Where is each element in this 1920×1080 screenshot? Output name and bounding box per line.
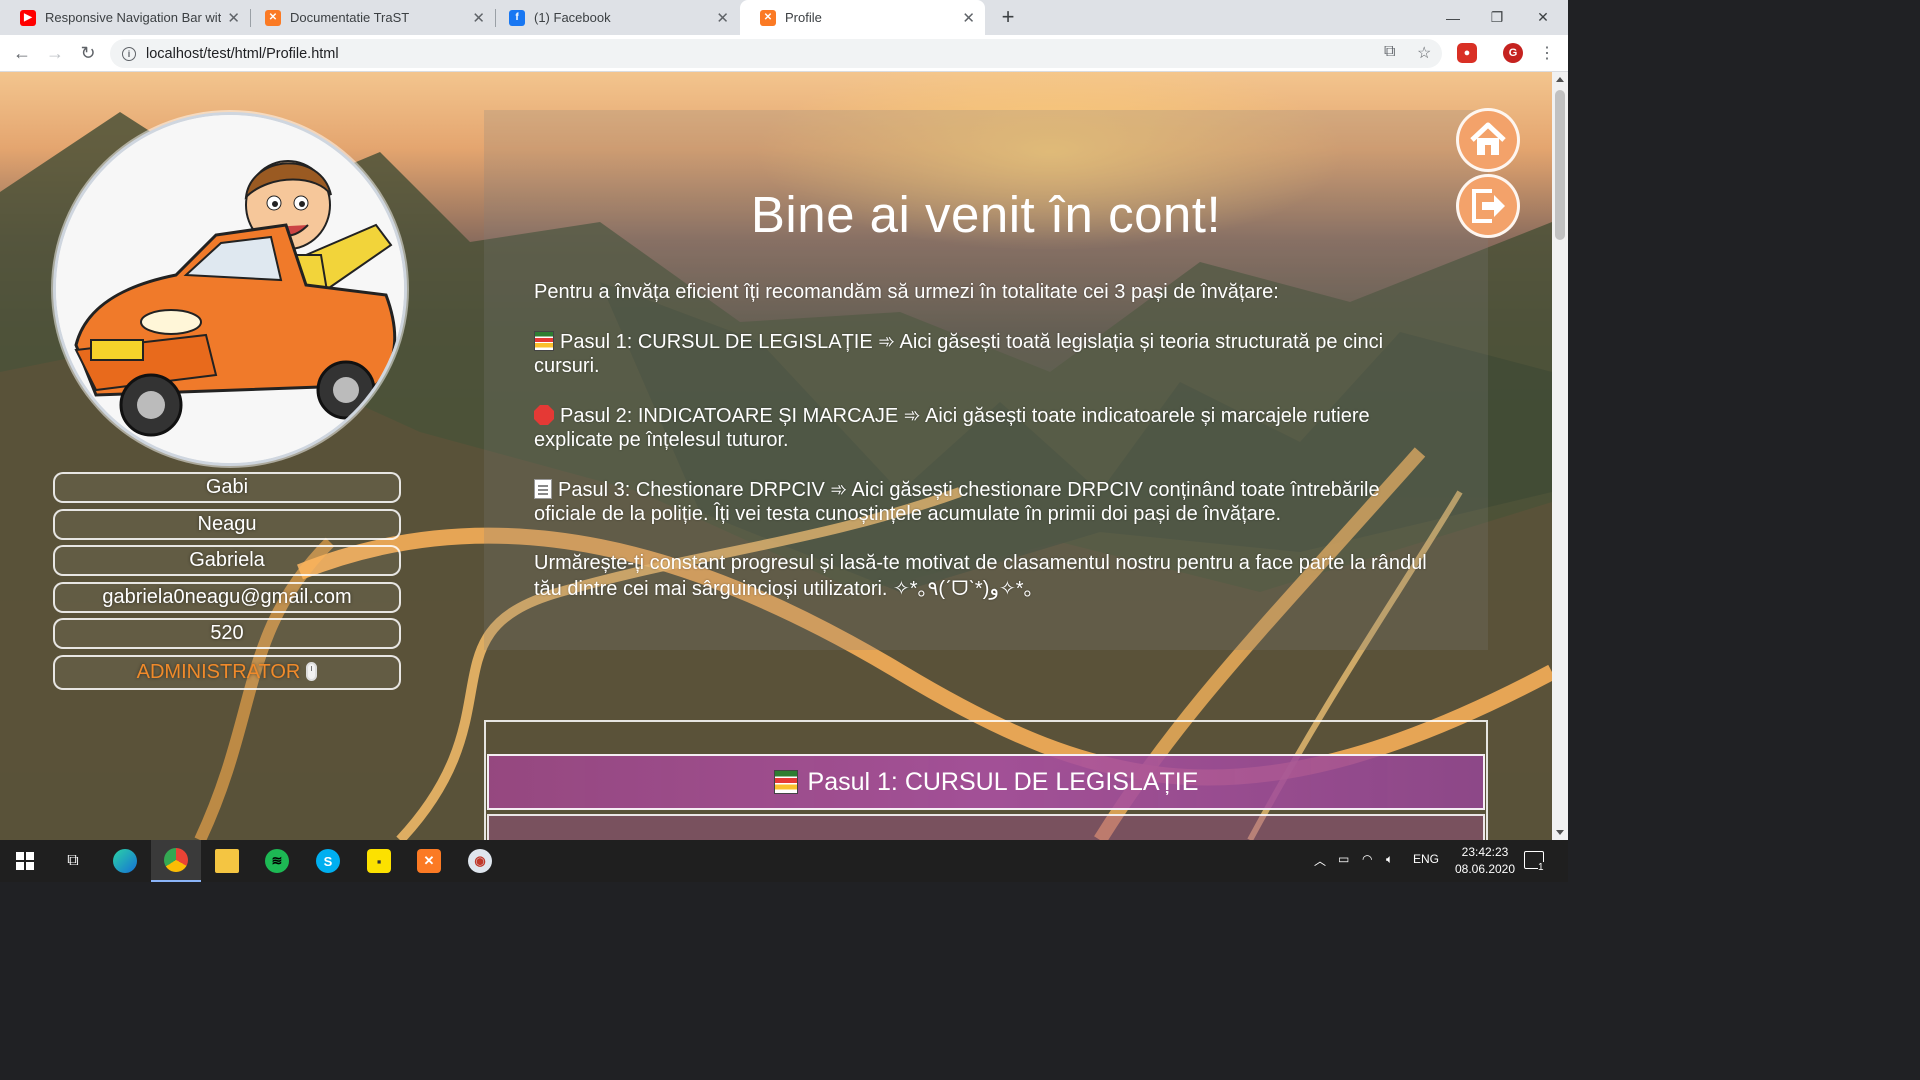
windows-taskbar: ⧉ ≋ S ▪ ✕ ◉ ︿ ▭ ◠ 🔈︎ ENG 23:42:23 08.06.… <box>0 840 1568 882</box>
address-bar[interactable]: i localhost/test/html/Profile.html <box>110 39 1442 68</box>
taskbar-paint[interactable]: ◉ <box>455 840 505 882</box>
welcome-panel: Bine ai venit în cont! Pentru a învăța e… <box>484 110 1488 650</box>
username-field: Gabi <box>53 472 401 503</box>
wifi-icon[interactable]: ◠ <box>1362 852 1372 866</box>
reload-icon[interactable]: ↻ <box>75 40 101 66</box>
page-viewport: Gabi Neagu Gabriela gabriela0neagu@gmail… <box>0 72 1552 840</box>
profile-avatar[interactable]: G <box>1503 43 1523 63</box>
xampp-icon: ✕ <box>760 9 776 26</box>
browser-toolbar: ← → ↻ i localhost/test/html/Profile.html… <box>0 35 1568 72</box>
taskbar-edge[interactable] <box>100 840 150 882</box>
step1-text: Pasul 1: CURSUL DE LEGISLAȚIE ➾ Aici găs… <box>534 330 1434 378</box>
role-field: ADMINISTRATOR <box>53 655 401 690</box>
youtube-icon: ▶ <box>20 9 36 26</box>
email-field: gabriela0neagu@gmail.com <box>53 582 401 613</box>
stop-sign-icon <box>534 405 554 425</box>
tab-title: (1) Facebook <box>534 10 611 25</box>
taskbar-chrome[interactable] <box>151 840 201 882</box>
tray-chevron-icon[interactable]: ︿ <box>1314 852 1326 869</box>
step2-label: Pasul 2: INDICATOARE ȘI MARCAJE ➾ Aici g… <box>534 405 1370 451</box>
translate-icon[interactable]: ⧉ <box>1384 43 1395 61</box>
tab-title: Documentatie TraST <box>290 10 410 25</box>
bookmark-star-icon[interactable]: ☆ <box>1417 43 1431 63</box>
windows-logo-icon <box>16 852 34 870</box>
folder-icon <box>215 849 239 873</box>
skype-icon: S <box>316 849 340 873</box>
volume-icon[interactable]: 🔈︎ <box>1386 852 1393 867</box>
menu-kebab-icon[interactable]: ⋮ <box>1539 43 1555 63</box>
battery-icon[interactable]: ▭ <box>1338 852 1349 866</box>
restore-button[interactable]: ❐ <box>1474 0 1520 35</box>
xampp-icon: ✕ <box>265 9 281 26</box>
sticky-notes-icon: ▪ <box>367 849 391 873</box>
extension-shield-icon[interactable]: ● <box>1457 43 1477 63</box>
scroll-thumb[interactable] <box>1555 90 1565 240</box>
taskbar-xampp[interactable]: ✕ <box>404 840 454 882</box>
step1-banner-button[interactable]: Pasul 1: CURSUL DE LEGISLAȚIE <box>487 754 1485 810</box>
step3-label: Pasul 3: Chestionare DRPCIV ➾ Aici găseș… <box>534 479 1380 525</box>
intro-text: Pentru a învăța eficient îți recomandăm … <box>534 281 1279 303</box>
scroll-down-icon[interactable] <box>1556 830 1564 835</box>
back-arrow-icon[interactable]: ← <box>9 40 35 66</box>
taskbar-skype[interactable]: S <box>303 840 353 882</box>
page-title: Bine ai venit în cont! <box>750 186 1222 243</box>
spotify-icon: ≋ <box>265 849 289 873</box>
tab-profile[interactable]: ✕ Profile ✕ <box>740 0 985 35</box>
minimize-button[interactable]: — <box>1430 0 1476 35</box>
close-tab-icon[interactable]: ✕ <box>716 9 729 27</box>
notification-count: 1 <box>1538 862 1544 873</box>
forward-arrow-icon[interactable]: → <box>42 40 68 66</box>
last-name-field: Neagu <box>53 509 401 540</box>
step1-label: Pasul 1: CURSUL DE LEGISLAȚIE ➾ Aici găs… <box>534 331 1384 377</box>
outro-text: Urmărește-ți constant progresul și lasă-… <box>534 552 1427 600</box>
task-view-button[interactable]: ⧉ <box>48 840 98 882</box>
logout-icon <box>1472 189 1505 223</box>
site-info-icon[interactable]: i <box>122 46 136 61</box>
step2-banner-partial[interactable] <box>487 814 1485 840</box>
logout-button[interactable] <box>1456 174 1520 238</box>
address-text: localhost/test/html/Profile.html <box>146 45 339 62</box>
edge-icon <box>113 849 137 873</box>
taskbar-spotify[interactable]: ≋ <box>252 840 302 882</box>
score-field: 520 <box>53 618 401 649</box>
clock-time: 23:42:23 <box>1461 845 1509 859</box>
tab-facebook[interactable]: f (1) Facebook ✕ <box>489 0 739 35</box>
mouse-icon <box>306 662 318 681</box>
step1-banner-label: Pasul 1: CURSUL DE LEGISLAȚIE <box>807 767 1199 796</box>
home-button[interactable] <box>1456 108 1520 172</box>
paint-icon: ◉ <box>468 849 492 873</box>
first-name-field: Gabriela <box>53 545 401 576</box>
scroll-up-icon[interactable] <box>1556 77 1564 82</box>
tab-documentatie[interactable]: ✕ Documentatie TraST ✕ <box>245 0 495 35</box>
clock-date: 08.06.2020 <box>1454 862 1516 876</box>
task-view-icon: ⧉ <box>67 852 79 869</box>
start-button[interactable] <box>0 840 50 882</box>
system-clock[interactable]: 23:42:23 08.06.2020 <box>1440 844 1530 878</box>
books-icon <box>534 331 554 351</box>
close-tab-icon[interactable]: ✕ <box>962 9 975 27</box>
tab-title: Profile <box>785 10 822 25</box>
tab-strip: ▶ Responsive Navigation Bar with H ✕ ✕ D… <box>0 0 1568 35</box>
language-indicator[interactable]: ENG <box>1413 852 1439 866</box>
facebook-icon: f <box>509 9 525 26</box>
xampp-icon: ✕ <box>417 849 441 873</box>
tab-title: Responsive Navigation Bar with H <box>45 10 222 25</box>
taskbar-explorer[interactable] <box>202 840 252 882</box>
tab-youtube[interactable]: ▶ Responsive Navigation Bar with H ✕ <box>0 0 250 35</box>
page-scrollbar[interactable] <box>1552 72 1568 840</box>
memo-icon <box>534 479 552 499</box>
close-window-button[interactable]: ✕ <box>1520 0 1566 35</box>
role-label: ADMINISTRATOR <box>136 661 301 683</box>
step3-text: Pasul 3: Chestionare DRPCIV ➾ Aici găseș… <box>534 478 1434 526</box>
close-tab-icon[interactable]: ✕ <box>472 9 485 27</box>
chrome-icon <box>164 848 188 872</box>
taskbar-sticky-notes[interactable]: ▪ <box>354 840 404 882</box>
step2-text: Pasul 2: INDICATOARE ȘI MARCAJE ➾ Aici g… <box>534 404 1434 452</box>
books-icon <box>773 770 798 794</box>
new-tab-button[interactable]: + <box>997 5 1019 29</box>
cartoon-car-driver-icon <box>56 115 404 463</box>
home-icon <box>1470 122 1506 155</box>
profile-avatar-image <box>53 112 407 466</box>
close-tab-icon[interactable]: ✕ <box>227 9 240 27</box>
